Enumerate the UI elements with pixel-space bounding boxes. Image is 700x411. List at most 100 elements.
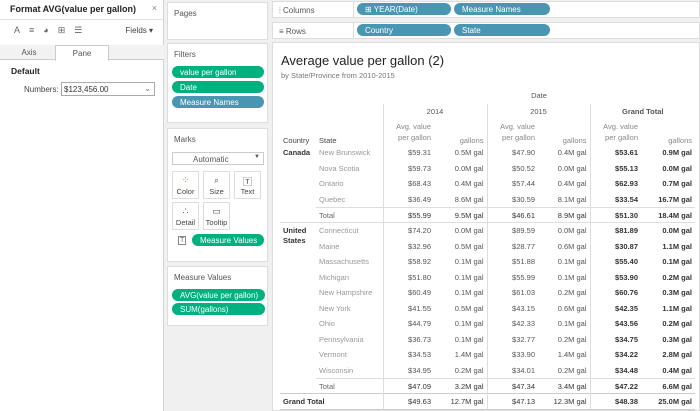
state-cell: Total: [316, 377, 383, 394]
state-cell: New Hampshire: [319, 288, 373, 298]
value-cell: $60.49: [382, 285, 434, 301]
value-cell: 8.1M gal: [557, 194, 587, 204]
table-row: Vermont $34.53 1.4M gal $33.90 1.4M gal $34.2…: [280, 347, 695, 363]
year-header: 2015: [486, 103, 590, 120]
marks-title: Marks: [174, 135, 196, 144]
close-icon[interactable]: ×: [152, 3, 157, 13]
pages-card[interactable]: Pages: [167, 2, 268, 40]
value-cell: $42.33: [486, 316, 538, 332]
value-cell: 0.4M gal: [662, 365, 692, 375]
value-cell: $47.09: [382, 377, 434, 394]
value-cell: 0.6M gal: [557, 241, 587, 251]
table-row: Wisconsin $34.95 0.2M gal $34.01 0.2M gal $34…: [280, 362, 695, 379]
text-button[interactable]: 🅃 Text: [234, 171, 261, 199]
tooltip-button[interactable]: ▭ Tooltip: [203, 202, 230, 230]
table-row: New York $41.55 0.5M gal $43.15 0.6M gal $42.…: [280, 300, 695, 317]
value-cell: $30.87: [589, 238, 641, 254]
rows-text: Rows: [285, 27, 306, 36]
value-cell: 2.8M gal: [662, 350, 692, 360]
value-cell: $59.73: [382, 160, 434, 177]
state-cell: Nova Scotia: [319, 163, 360, 173]
view-subtitle: by State/Province from 2010-2015: [281, 71, 395, 80]
state-cell: Pennsylvania: [319, 334, 364, 344]
chevron-down-icon: ▼: [254, 154, 260, 160]
mark-type-value: Automatic: [193, 155, 229, 164]
measure-pill[interactable]: AVG(value per gallon): [172, 289, 265, 301]
value-cell: 0.0M gal: [641, 222, 695, 239]
value-cell: $51.88: [486, 253, 538, 270]
measure-values-card: Measure Values AVG(value per gallon) SUM…: [167, 266, 268, 326]
font-icon[interactable]: A: [14, 25, 20, 36]
detail-label: Detail: [175, 218, 196, 227]
detail-button[interactable]: ∴ Detail: [172, 202, 199, 230]
value-cell: 0.9M gal: [662, 148, 692, 158]
tab-axis[interactable]: Axis: [3, 45, 55, 60]
mark-type-select[interactable]: Automatic ▼: [172, 152, 264, 165]
color-icon: ⁘: [181, 175, 190, 185]
value-cell: $60.76: [589, 285, 641, 301]
country-pill[interactable]: Country: [357, 24, 451, 36]
value-cell: 0.5M gal: [454, 241, 484, 251]
value-cell: $53.90: [589, 269, 641, 286]
numbers-label: Numbers:: [24, 85, 59, 94]
gallons-measure-header: gallons: [562, 136, 587, 146]
size-button[interactable]: ⌕ Size: [203, 171, 230, 199]
value-cell: 1.1M gal: [662, 241, 692, 251]
measure-pill[interactable]: SUM(gallons): [172, 303, 265, 315]
fields-dropdown[interactable]: Fields ▾: [125, 26, 153, 35]
borders-icon[interactable]: ⊞: [58, 25, 66, 36]
color-button[interactable]: ⁘ Color: [172, 171, 199, 199]
measure-values-pill[interactable]: Measure Values: [192, 234, 264, 246]
state-cell: Wisconsin: [319, 365, 354, 375]
filters-card: Filters value per gallon Date Measure Na…: [167, 43, 268, 123]
value-cell: 0.0M gal: [538, 222, 590, 239]
measure-values-title: Measure Values: [174, 273, 232, 282]
filter-pill[interactable]: Measure Names: [172, 96, 264, 108]
tooltip-icon: ▭: [212, 206, 221, 216]
shading-icon[interactable]: ◕: [43, 25, 48, 36]
value-cell: $55.13: [589, 160, 641, 177]
alignment-icon[interactable]: ≡: [29, 25, 34, 36]
table-row: Nova Scotia $59.73 0.0M gal $50.52 0.0M gal $…: [280, 160, 695, 177]
columns-text: Columns: [283, 6, 315, 15]
lines-icon[interactable]: ☰: [74, 25, 82, 36]
value-cell: 0.0M gal: [454, 163, 484, 173]
avg-measure-header: Avg. value per gallon: [382, 119, 434, 146]
chevron-down-icon: ⌄: [144, 84, 151, 93]
rows-shelf[interactable]: ≡ Rows Country State: [272, 22, 700, 39]
value-cell: $61.03: [486, 285, 538, 301]
grand-total-cell: 12.7M gal: [434, 393, 487, 410]
date-header: Date: [531, 91, 547, 101]
measure-names-pill[interactable]: Measure Names: [454, 3, 550, 15]
grand-total-cell: $48.38: [589, 393, 641, 410]
value-cell: 6.6M gal: [641, 377, 695, 394]
value-cell: $34.53: [382, 347, 434, 363]
state-cell: Vermont: [319, 350, 347, 360]
numbers-select[interactable]: $123,456.00 ⌄: [61, 82, 155, 96]
table-row: Total $55.99 9.5M gal $46.61 8.9M gal $51.30 1…: [280, 206, 695, 223]
tab-pane[interactable]: Pane: [55, 45, 109, 61]
filter-pill[interactable]: Date: [172, 81, 264, 93]
value-cell: 9.5M gal: [434, 206, 487, 223]
value-cell: 0.1M gal: [454, 334, 484, 344]
state-cell: New Brunswick: [319, 148, 371, 158]
value-cell: $58.92: [382, 253, 434, 270]
state-cell: Quebec: [319, 194, 346, 204]
country-cell: United States: [280, 222, 316, 394]
size-label: Size: [209, 187, 224, 196]
value-cell: 0.0M gal: [434, 222, 487, 239]
year-date-pill[interactable]: ⊞ YEAR(Date): [357, 3, 451, 15]
value-cell: 3.4M gal: [538, 377, 590, 394]
value-cell: $33.54: [589, 191, 641, 208]
value-cell: $42.35: [589, 300, 641, 317]
columns-shelf[interactable]: ⦙ Columns ⊞ YEAR(Date) Measure Names: [272, 1, 700, 18]
table-row: Ontario $68.43 0.4M gal $57.44 0.4M gal $62.9…: [280, 176, 695, 192]
value-cell: 18.4M gal: [641, 206, 695, 223]
value-cell: 0.3M gal: [662, 288, 692, 298]
state-pill[interactable]: State: [454, 24, 550, 36]
color-label: Color: [176, 187, 195, 196]
filter-pill[interactable]: value per gallon: [172, 66, 264, 78]
table-row: Ohio $44.79 0.1M gal $42.33 0.1M gal $43.56 0.…: [280, 316, 695, 332]
table-row: Massachusetts $58.92 0.1M gal $51.88 0.1M ga…: [280, 253, 695, 270]
grand-total-cell: $47.13: [486, 393, 538, 410]
